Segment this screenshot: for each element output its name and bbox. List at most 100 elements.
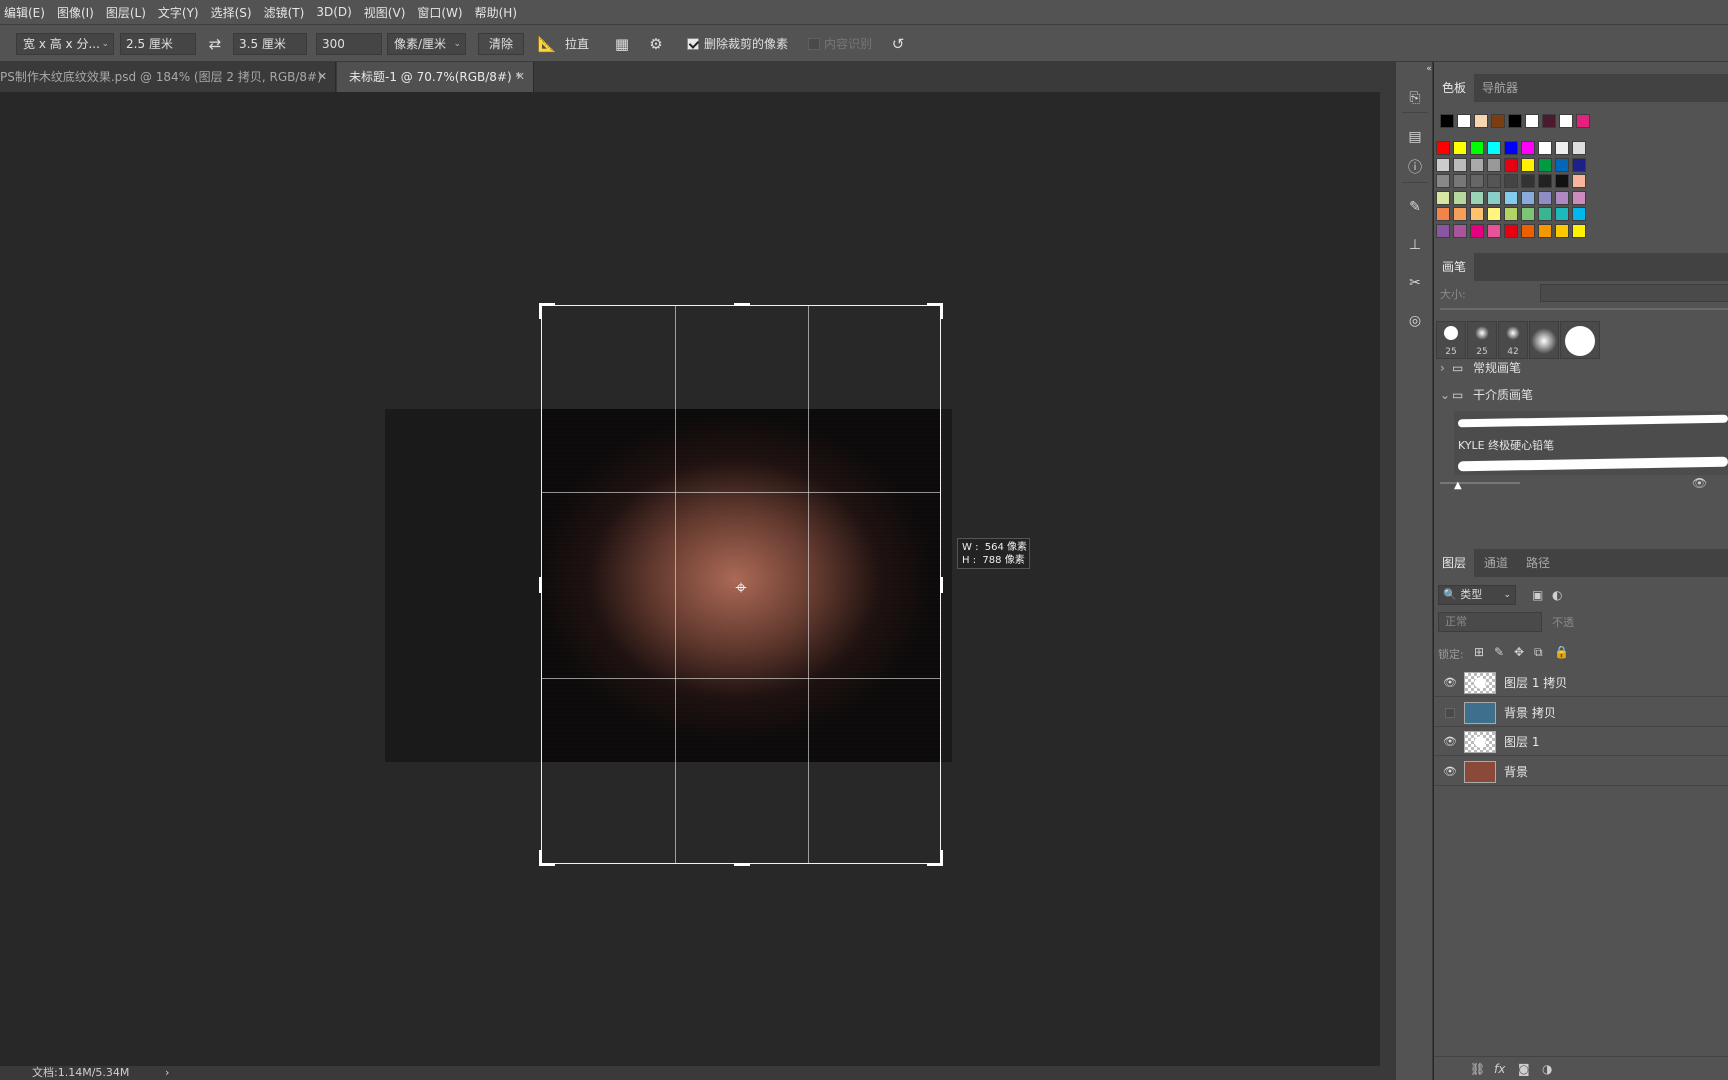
color-swatch[interactable] [1436,207,1450,221]
color-swatch[interactable] [1470,223,1484,238]
tab-paths[interactable]: 路径 [1518,549,1558,577]
brush-preset-item[interactable]: KYLE 终极硬心铅笔 [1454,411,1728,475]
color-swatch[interactable] [1453,141,1467,155]
fx-icon[interactable]: fx [1494,1062,1505,1076]
filter-image-icon[interactable]: ▣ [1532,588,1543,602]
menu-image[interactable]: 图像(I) [51,4,100,21]
color-swatch[interactable] [1572,157,1586,172]
crop-width-field[interactable]: 2.5 厘米 [120,33,196,55]
color-swatch[interactable] [1436,190,1450,205]
resolution-unit-dropdown[interactable]: 像素/厘米 ⌄ [387,33,466,55]
crop-handle-bottom-left[interactable] [539,850,555,866]
color-swatch[interactable] [1436,141,1450,155]
color-swatch[interactable] [1521,223,1535,238]
color-swatch[interactable] [1504,190,1518,205]
color-swatch[interactable] [1453,223,1467,238]
crop-handle-right[interactable] [940,577,943,593]
color-swatch[interactable] [1470,207,1484,221]
recent-swatch[interactable] [1474,114,1488,128]
eye-toggle-icon[interactable]: 👁 [1692,476,1707,490]
visibility-eye-icon[interactable]: 👁 [1442,764,1458,780]
recent-swatch[interactable] [1457,114,1471,128]
color-swatch[interactable] [1487,157,1501,172]
lock-artboard-icon[interactable]: ⧉ [1534,645,1543,659]
color-swatch[interactable] [1538,207,1552,221]
straighten-button[interactable]: 拉直 [565,33,589,55]
crop-handle-left[interactable] [539,577,542,593]
color-swatch[interactable] [1538,174,1552,188]
layer-row[interactable]: 👁 图层 1 [1434,728,1728,756]
tab-swatches[interactable]: 色板 [1434,74,1475,102]
color-swatch[interactable] [1436,157,1450,172]
color-swatch[interactable] [1504,223,1518,238]
color-swatch[interactable] [1521,174,1535,188]
tab-layers[interactable]: 图层 [1434,549,1475,577]
color-swatch[interactable] [1470,141,1484,155]
color-swatch[interactable] [1572,174,1586,188]
menu-window[interactable]: 窗口(W) [411,4,468,21]
brush-preview-size-slider[interactable] [1440,482,1520,484]
brush-tip[interactable]: 25 [1467,321,1497,359]
lock-all-icon[interactable]: 🔒 [1554,645,1569,659]
content-aware-checkbox[interactable] [808,38,820,50]
menu-edit[interactable]: 编辑(E) [0,4,51,21]
menu-layer[interactable]: 图层(L) [100,4,152,21]
color-swatch[interactable] [1504,141,1518,155]
color-swatch[interactable] [1521,141,1535,155]
brush-tip[interactable] [1529,321,1559,359]
filter-adjustment-icon[interactable]: ◐ [1552,588,1562,602]
color-swatch[interactable] [1538,157,1552,172]
menu-3d[interactable]: 3D(D) [310,5,357,19]
color-swatch[interactable] [1504,157,1518,172]
color-swatch[interactable] [1521,190,1535,205]
menu-select[interactable]: 选择(S) [205,4,258,21]
grid-overlay-icon[interactable]: ▦ [611,33,633,55]
crop-handle-bottom[interactable] [734,863,750,866]
color-swatch[interactable] [1487,223,1501,238]
brush-size-slider[interactable] [1440,308,1728,310]
color-swatch[interactable] [1453,190,1467,205]
recent-swatch[interactable] [1559,114,1573,128]
close-icon[interactable]: ✕ [318,62,327,92]
reset-icon[interactable]: ↺ [887,33,909,55]
layer-row[interactable]: 👁 背景 [1434,757,1728,786]
delete-cropped-checkbox[interactable] [687,38,699,50]
menu-filter[interactable]: 滤镜(T) [258,4,311,21]
layer-row[interactable]: 👁 图层 1 拷贝 [1434,669,1728,697]
color-swatch[interactable] [1572,223,1586,238]
color-swatch[interactable] [1487,141,1501,155]
color-swatch[interactable] [1555,207,1569,221]
color-swatch[interactable] [1521,207,1535,221]
color-swatch[interactable] [1538,141,1552,155]
vertical-scrollbar[interactable] [1380,92,1395,1066]
brush-tip[interactable]: 25 [1436,321,1466,359]
menu-help[interactable]: 帮助(H) [469,4,523,21]
close-icon[interactable]: ✕ [516,62,525,92]
slider-thumb-icon[interactable]: ▲ [1454,480,1462,491]
tab-brushes[interactable]: 画笔 [1434,253,1475,281]
layer-filter-dropdown[interactable]: 🔍 类型 ⌄ [1438,585,1516,605]
visibility-eye-icon[interactable]: 👁 [1442,675,1458,691]
clear-button[interactable]: 清除 [478,33,524,55]
crop-height-field[interactable]: 3.5 厘米 [233,33,307,55]
recent-swatch[interactable] [1508,114,1522,128]
recent-swatch[interactable] [1491,114,1505,128]
color-swatch[interactable] [1538,190,1552,205]
lock-transparency-icon[interactable]: ⊞ [1474,645,1484,659]
menu-type[interactable]: 文字(Y) [152,4,205,21]
crop-resolution-field[interactable]: 300 [316,33,382,55]
recent-swatch[interactable] [1576,114,1590,128]
tab-navigator[interactable]: 导航器 [1474,74,1526,102]
color-swatch[interactable] [1470,190,1484,205]
properties-icon[interactable]: ▤ [1406,128,1424,146]
crop-ratio-dropdown[interactable]: 宽 x 高 x 分... ⌄ [16,33,114,55]
blend-mode-dropdown[interactable]: 正常 [1438,612,1542,632]
color-swatch[interactable] [1453,157,1467,172]
recent-swatch[interactable] [1440,114,1454,128]
crop-handle-top-left[interactable] [539,303,555,319]
recent-swatch[interactable] [1542,114,1556,128]
straighten-icon[interactable]: 📐 [536,33,558,55]
color-swatch[interactable] [1555,190,1569,205]
color-swatch[interactable] [1453,207,1467,221]
link-icon[interactable]: ⛓ [1470,1062,1485,1076]
